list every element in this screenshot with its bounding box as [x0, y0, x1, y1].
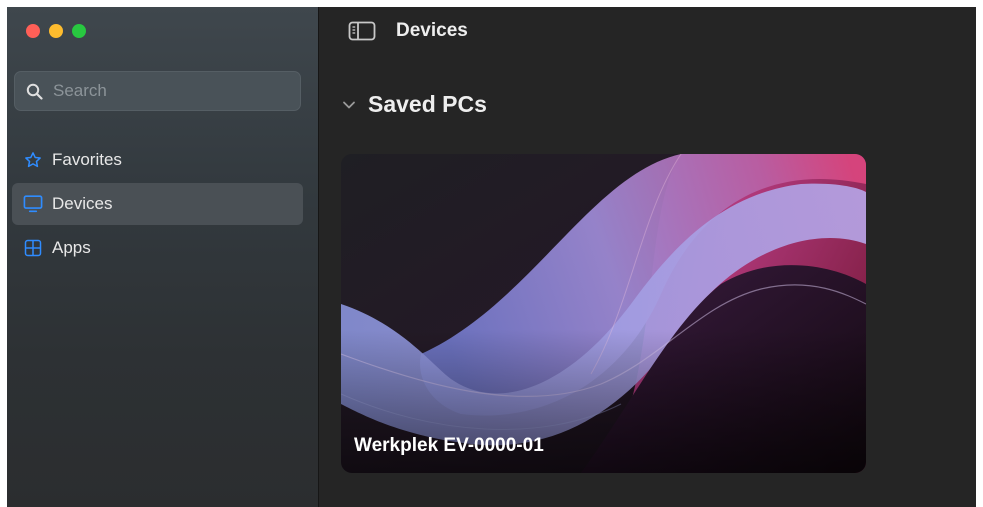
- pc-name: Werkplek EV-0000-01: [354, 435, 544, 456]
- sidebar-item-label: Favorites: [52, 150, 122, 169]
- sidebar-item-devices[interactable]: Devices: [12, 183, 303, 225]
- chevron-down-icon[interactable]: [342, 100, 356, 110]
- wallpaper-thumbnail: [341, 154, 866, 473]
- section-title: Saved PCs: [368, 91, 487, 117]
- close-window-button[interactable]: [26, 24, 40, 38]
- page-title: Devices: [396, 20, 468, 41]
- sidebar-toggle-button[interactable]: [347, 20, 377, 42]
- apps-grid-icon: [23, 238, 43, 258]
- search-input[interactable]: [51, 80, 275, 102]
- window-controls: [26, 24, 86, 38]
- sidebar-item-apps[interactable]: Apps: [12, 227, 303, 269]
- toolbar: Devices: [319, 7, 976, 55]
- zoom-window-button[interactable]: [72, 24, 86, 38]
- pc-card[interactable]: Werkplek EV-0000-01: [341, 154, 866, 473]
- sidebar: Favorites Devices: [7, 7, 319, 507]
- monitor-icon: [23, 194, 43, 214]
- sidebar-toggle-icon: [348, 21, 376, 41]
- sidebar-item-favorites[interactable]: Favorites: [12, 139, 303, 181]
- sidebar-nav: Favorites Devices Apps: [12, 139, 303, 271]
- search-icon: [26, 83, 43, 100]
- minimize-window-button[interactable]: [49, 24, 63, 38]
- section-saved-pcs-header[interactable]: Saved PCs: [342, 91, 487, 118]
- sidebar-item-label: Apps: [52, 238, 91, 257]
- star-icon: [23, 150, 43, 170]
- app-window: Favorites Devices: [7, 7, 976, 507]
- sidebar-item-label: Devices: [52, 194, 113, 213]
- search-field[interactable]: [14, 71, 301, 111]
- main-content: Devices Saved PCs Werkplek EV-0000-01: [319, 7, 976, 507]
